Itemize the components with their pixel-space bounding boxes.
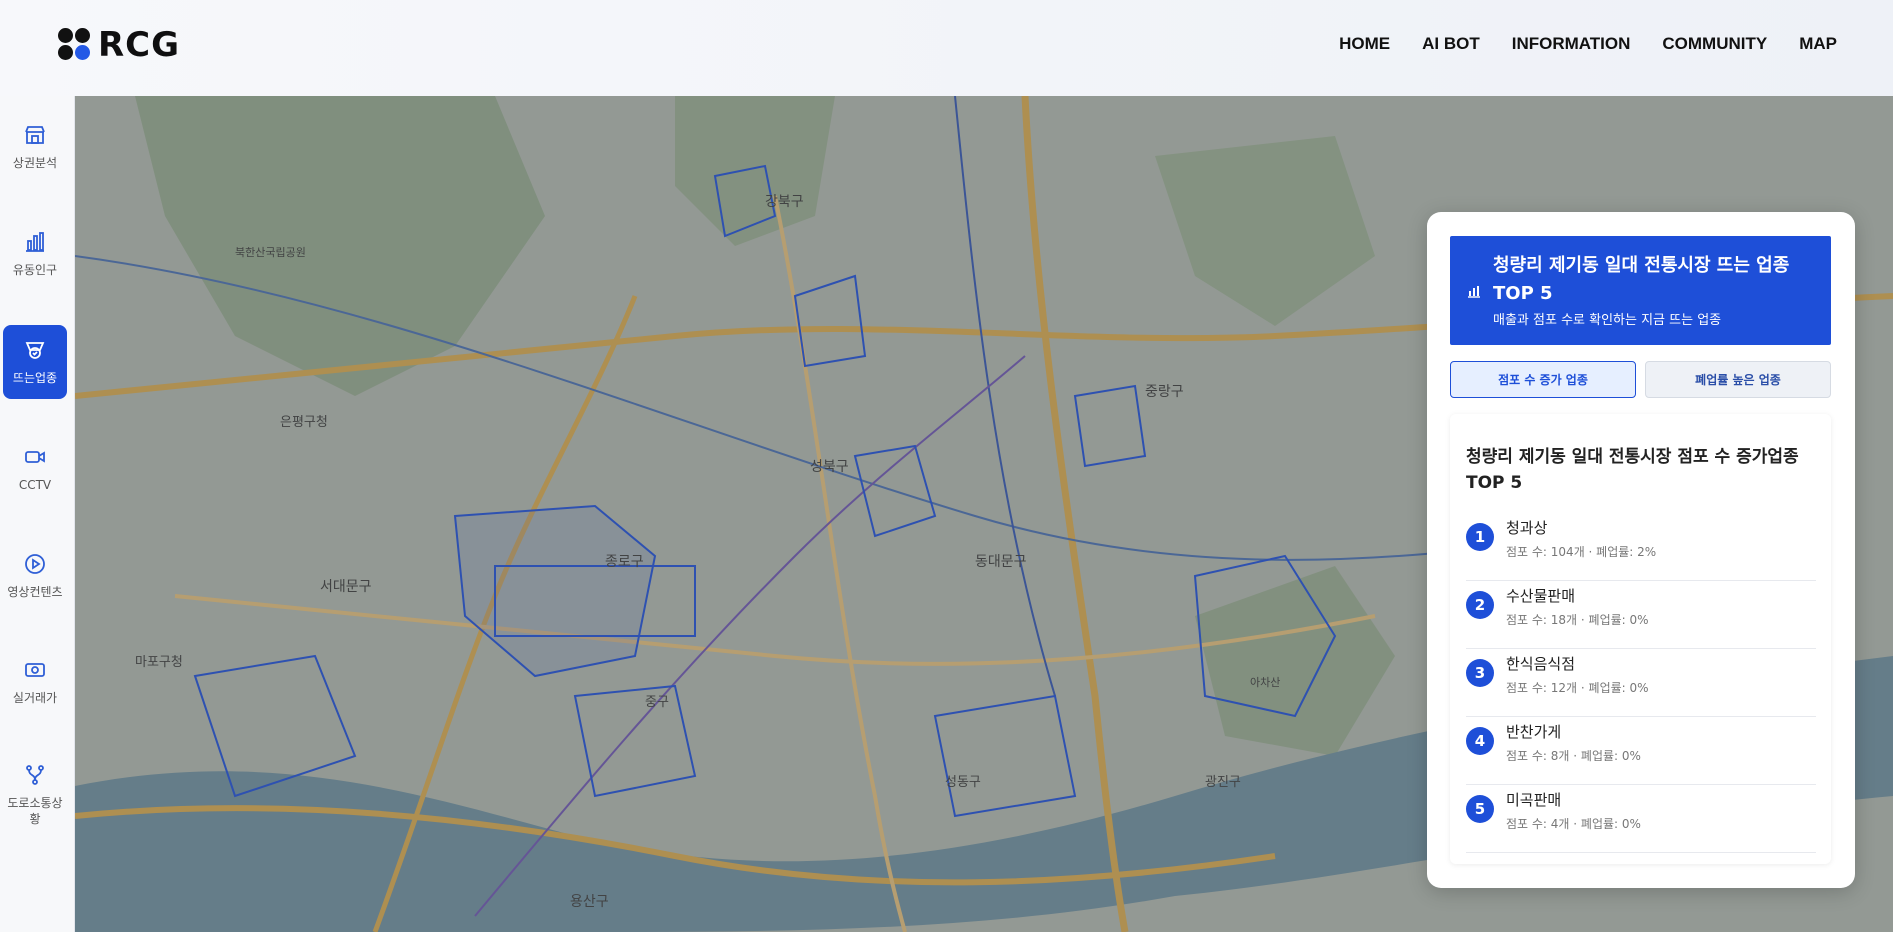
sidebar-item-video-content[interactable]: 영상컨텐츠	[3, 539, 67, 613]
sidebar-item-trending-business[interactable]: 뜨는업종	[3, 325, 67, 399]
nav-information[interactable]: INFORMATION	[1512, 34, 1631, 54]
panel-subtitle: 매출과 점포 수로 확인하는 지금 뜨는 업종	[1493, 313, 1722, 328]
panel-header: 청량리 제기동 일대 전통시장 뜨는 업종 TOP 5 매출과 점포 수로 확인…	[1450, 236, 1831, 345]
business-stats: 점포 수: 18개 · 폐업률: 0%	[1506, 613, 1649, 627]
sidebar-item-label: 뜨는업종	[12, 371, 58, 385]
rank-badge: 5	[1466, 795, 1494, 823]
list-item[interactable]: 1 청과상 점포 수: 104개 · 폐업률: 2%	[1466, 513, 1816, 581]
money-icon	[25, 663, 45, 677]
sidebar-item-commercial-analysis[interactable]: 상권분석	[3, 110, 67, 184]
rank-badge: 1	[1466, 523, 1494, 551]
ranking-card: 청량리 제기동 일대 전통시장 점포 수 증가업종 TOP 5 1 청과상 점포…	[1450, 414, 1831, 864]
logo[interactable]: RCG	[58, 28, 180, 62]
logo-mark-icon	[58, 28, 92, 62]
tab-high-closure-rate[interactable]: 폐업률 높은 업종	[1645, 361, 1831, 398]
play-icon	[25, 554, 45, 574]
business-name: 미곡판매	[1506, 791, 1562, 809]
sidebar-item-label: 상권분석	[12, 156, 58, 170]
rank-badge: 3	[1466, 659, 1494, 687]
sidebar-item-floating-population[interactable]: 유동인구	[3, 217, 67, 291]
list-item[interactable]: 4 반찬가게 점포 수: 8개 · 폐업률: 0%	[1466, 717, 1816, 785]
store-icon	[25, 126, 45, 144]
bar-chart-icon	[26, 232, 44, 252]
ranking-title: 청량리 제기동 일대 전통시장 점포 수 증가업종 TOP 5	[1466, 447, 1799, 493]
sidebar-item-real-transaction-price[interactable]: 실거래가	[3, 645, 67, 719]
trending-badge-icon	[25, 342, 45, 359]
sidebar-item-label: 영상컨텐츠	[7, 585, 63, 599]
rank-badge: 4	[1466, 727, 1494, 755]
sidebar-item-cctv[interactable]: CCTV	[3, 432, 67, 506]
sidebar-item-label: CCTV	[18, 478, 52, 492]
route-icon	[26, 765, 44, 785]
bar-chart-icon	[1468, 286, 1480, 298]
trending-business-panel: 청량리 제기동 일대 전통시장 뜨는 업종 TOP 5 매출과 점포 수로 확인…	[1427, 212, 1855, 888]
logo-text: RCG	[98, 25, 181, 65]
sidebar-item-label: 실거래가	[12, 691, 58, 705]
business-stats: 점포 수: 4개 · 폐업률: 0%	[1506, 817, 1641, 831]
list-item[interactable]: 2 수산물판매 점포 수: 18개 · 폐업률: 0%	[1466, 581, 1816, 649]
business-name: 한식음식점	[1506, 655, 1576, 673]
sidebar-item-road-traffic[interactable]: 도로소통상황	[3, 752, 67, 838]
business-stats: 점포 수: 104개 · 폐업률: 2%	[1506, 545, 1657, 559]
top-header: RCG HOME AI BOT INFORMATION COMMUNITY MA…	[0, 0, 1893, 96]
tab-store-increase[interactable]: 점포 수 증가 업종	[1450, 361, 1636, 398]
business-stats: 점포 수: 12개 · 폐업률: 0%	[1506, 681, 1649, 695]
nav-community[interactable]: COMMUNITY	[1662, 34, 1767, 54]
list-item[interactable]: 3 한식음식점 점포 수: 12개 · 폐업률: 0%	[1466, 649, 1816, 717]
rank-badge: 2	[1466, 591, 1494, 619]
business-name: 반찬가게	[1506, 723, 1562, 741]
business-name: 수산물판매	[1506, 587, 1576, 605]
nav-home[interactable]: HOME	[1339, 34, 1390, 54]
nav-ai-bot[interactable]: AI BOT	[1422, 34, 1480, 54]
business-stats: 점포 수: 8개 · 폐업률: 0%	[1506, 749, 1641, 763]
camera-icon	[25, 451, 45, 463]
sidebar-item-label: 유동인구	[12, 263, 58, 277]
sidebar: 상권분석 유동인구 뜨는업종 CCTV 영상컨텐츠 실거래가 도로소통상황	[0, 96, 75, 932]
list-item[interactable]: 5 미곡판매 점포 수: 4개 · 폐업률: 0%	[1466, 785, 1816, 853]
business-name: 청과상	[1506, 519, 1548, 537]
panel-title: 청량리 제기동 일대 전통시장 뜨는 업종 TOP 5	[1493, 255, 1790, 304]
main-nav: HOME AI BOT INFORMATION COMMUNITY MAP	[1339, 34, 1837, 54]
sidebar-item-label: 도로소통상황	[7, 796, 63, 826]
nav-map[interactable]: MAP	[1799, 34, 1837, 54]
